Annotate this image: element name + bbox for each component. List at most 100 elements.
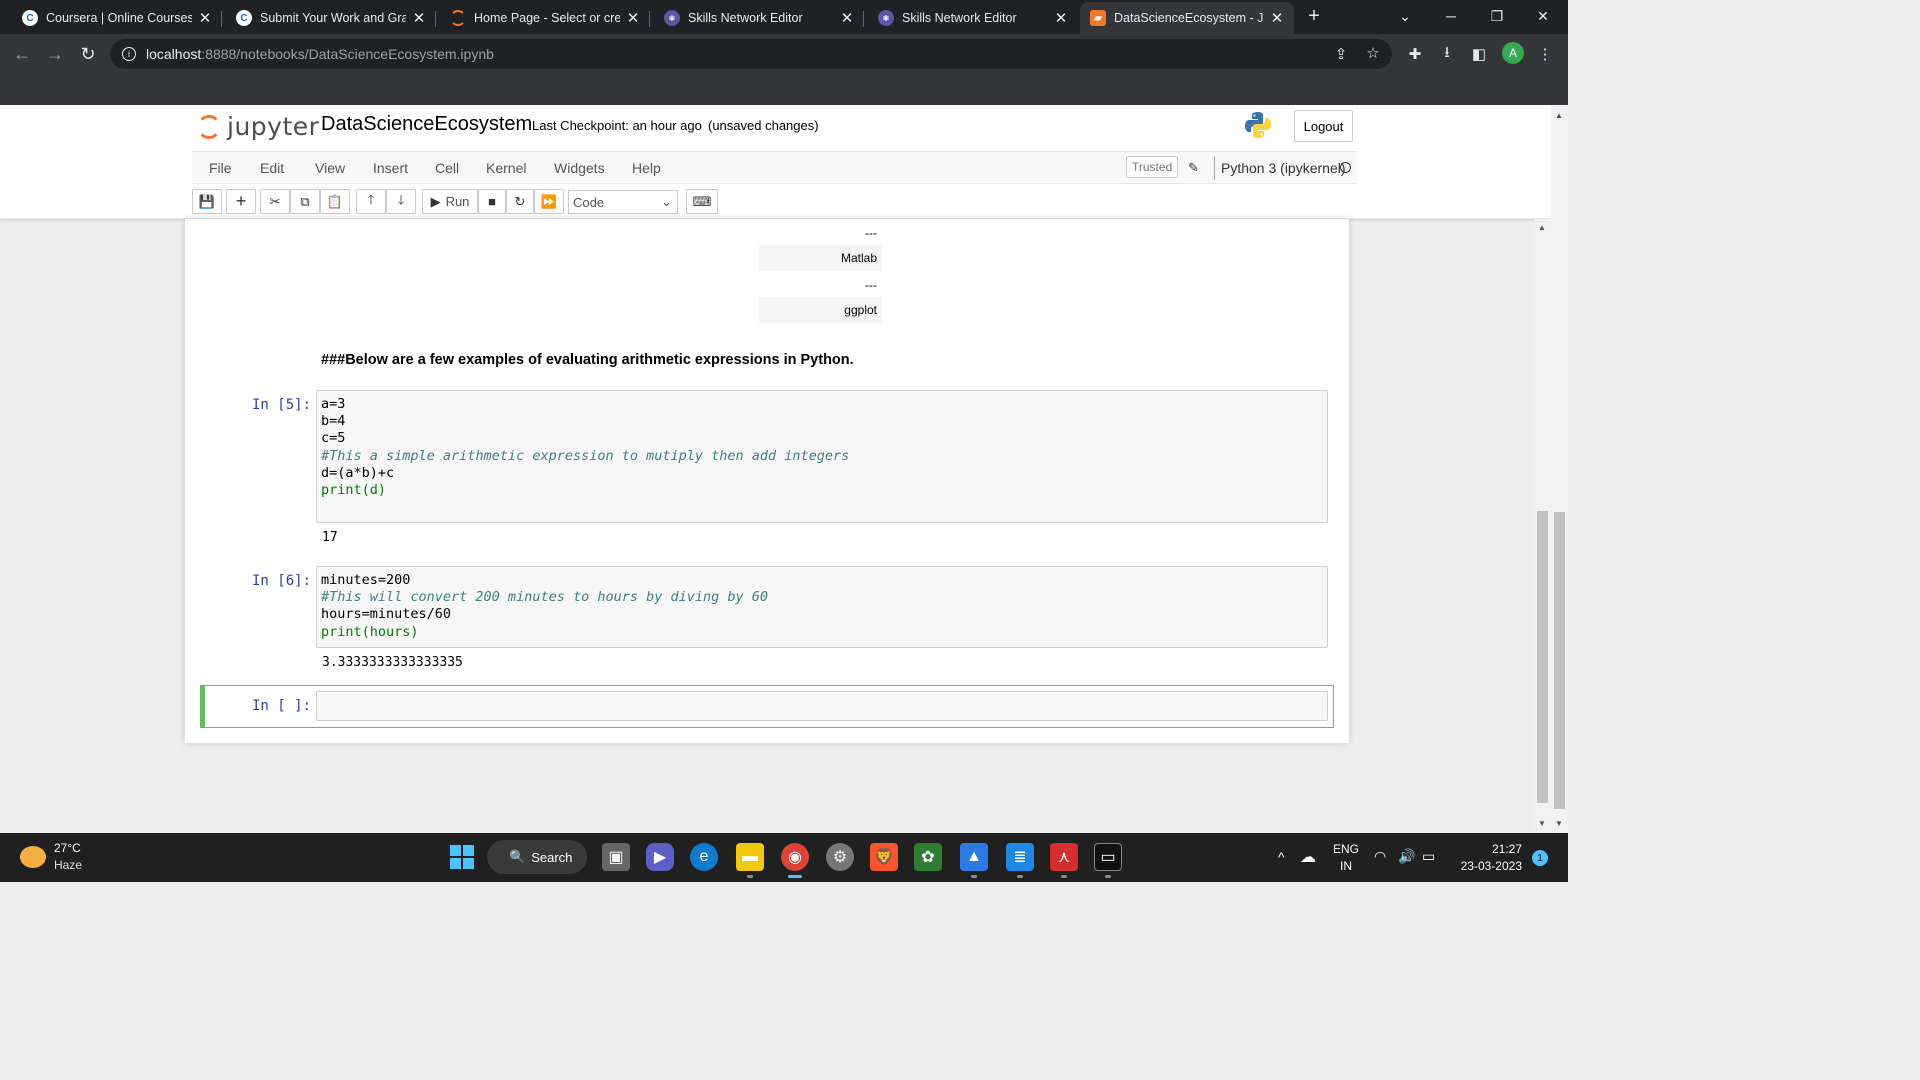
close-icon[interactable]: ✕ bbox=[1054, 9, 1068, 27]
meet-video-icon[interactable]: ▶ bbox=[646, 843, 674, 871]
side-panel-icon[interactable]: ◧ bbox=[1468, 43, 1490, 65]
new-tab-button[interactable]: + bbox=[1296, 0, 1332, 32]
empty-code-input[interactable] bbox=[316, 691, 1328, 721]
input-prompt: In [5]: bbox=[251, 397, 311, 413]
acrobat-icon[interactable]: ⋏ bbox=[1050, 843, 1078, 871]
tab-skills-network-2[interactable]: ⚛ Skills Network Editor ✕ bbox=[868, 2, 1078, 34]
close-window-icon[interactable]: ✕ bbox=[1520, 0, 1566, 32]
wifi-icon[interactable]: ◠ bbox=[1374, 848, 1386, 865]
edit-pencil-icon[interactable]: ✎ bbox=[1188, 160, 1199, 176]
photos-icon[interactable]: ▲ bbox=[960, 843, 988, 871]
scrollbar-thumb[interactable] bbox=[1554, 512, 1565, 809]
scroll-down-icon[interactable]: ▼ bbox=[1555, 819, 1563, 828]
scrollbar-thumb[interactable] bbox=[1537, 511, 1548, 803]
table-cell: Matlab bbox=[759, 245, 882, 271]
menu-help[interactable]: Help bbox=[632, 160, 661, 176]
page-scrollbar[interactable]: ▲ ▼ bbox=[1551, 105, 1568, 833]
avatar[interactable]: A bbox=[1502, 42, 1524, 64]
site-info-icon[interactable]: i bbox=[122, 47, 136, 61]
settings-gear-icon[interactable]: ⚙ bbox=[826, 843, 854, 871]
close-icon[interactable]: ✕ bbox=[1270, 9, 1284, 27]
keyboard-icon: ⌨ bbox=[692, 193, 712, 209]
volume-icon[interactable]: 🔊 bbox=[1398, 848, 1415, 865]
language-indicator[interactable]: ENG IN bbox=[1333, 842, 1359, 873]
tab-submit-work[interactable]: C Submit Your Work and Grac ✕ bbox=[226, 2, 436, 34]
interrupt-button[interactable]: ■ bbox=[478, 189, 506, 214]
tab-coursera[interactable]: C Coursera | Online Courses & ✕ bbox=[12, 2, 222, 34]
weather-widget[interactable]: 27°C Haze bbox=[20, 841, 82, 872]
tab-skills-network-1[interactable]: ⚛ Skills Network Editor ✕ bbox=[654, 2, 864, 34]
close-icon[interactable]: ✕ bbox=[198, 9, 212, 27]
move-up-button[interactable]: 🡑 bbox=[356, 189, 386, 214]
tab-home-page[interactable]: Home Page - Select or creat ✕ bbox=[440, 2, 650, 34]
save-button[interactable]: 💾 bbox=[192, 189, 222, 214]
active-indicator bbox=[788, 875, 802, 878]
jupyter-logo[interactable]: jupyter bbox=[197, 112, 319, 141]
run-button[interactable]: ▶ Run bbox=[422, 189, 478, 214]
code-comment: #This will convert 200 minutes to hours … bbox=[321, 589, 769, 606]
back-arrow-icon[interactable]: ← bbox=[10, 42, 34, 66]
close-icon[interactable]: ✕ bbox=[626, 9, 640, 27]
arrow-up-icon: 🡑 bbox=[367, 191, 375, 207]
menu-bar: File Edit View Insert Cell Kernel Widget… bbox=[192, 151, 1357, 184]
cell-type-select[interactable]: Code ⌄ bbox=[568, 190, 678, 214]
url-bar[interactable]: i localhost:8888/notebooks/DataScienceEc… bbox=[110, 39, 1392, 69]
menu-insert[interactable]: Insert bbox=[373, 160, 408, 176]
brave-browser-icon[interactable]: 🦁 bbox=[870, 843, 898, 871]
scissors-icon: ✂ bbox=[269, 193, 281, 209]
scroll-up-icon[interactable]: ▲ bbox=[1538, 223, 1546, 232]
cut-button[interactable]: ✂ bbox=[260, 189, 290, 214]
scroll-down-icon[interactable]: ▼ bbox=[1538, 819, 1546, 828]
notebook-scrollbar[interactable]: ▲ ▼ bbox=[1534, 219, 1551, 833]
tab-datascience-ecosystem[interactable]: ▰ DataScienceEcosystem - Ju ✕ bbox=[1080, 2, 1294, 34]
tray-chevron-up-icon[interactable]: ^ bbox=[1278, 849, 1285, 865]
reload-icon[interactable]: ↻ bbox=[76, 42, 100, 66]
copy-button[interactable]: ⧉ bbox=[290, 189, 320, 214]
file-explorer-icon[interactable]: ▬ bbox=[736, 843, 764, 871]
close-icon[interactable]: ✕ bbox=[840, 9, 854, 27]
menu-kebab-icon[interactable]: ⋮ bbox=[1534, 43, 1556, 65]
battery-icon[interactable]: ▭ bbox=[1422, 848, 1435, 865]
task-view-icon[interactable]: ▣ bbox=[602, 843, 630, 871]
minimize-icon[interactable]: ─ bbox=[1428, 0, 1474, 32]
paste-button[interactable]: 📋 bbox=[320, 189, 350, 214]
move-down-button[interactable]: 🡓 bbox=[386, 189, 416, 214]
command-palette-button[interactable]: ⌨ bbox=[686, 189, 718, 214]
extensions-icon[interactable]: ✚ bbox=[1404, 43, 1426, 65]
forward-arrow-icon[interactable]: → bbox=[43, 42, 67, 66]
close-icon[interactable]: ✕ bbox=[412, 9, 426, 27]
code-cell-input[interactable]: a=3 b=4 c=5 #This a simple arithmetic ex… bbox=[316, 390, 1328, 523]
chrome-icon[interactable]: ◉ bbox=[781, 843, 809, 871]
taskbar-search[interactable]: 🔍 Search bbox=[487, 840, 587, 874]
share-icon[interactable]: ⇪ bbox=[1330, 45, 1352, 63]
menu-view[interactable]: View bbox=[315, 160, 345, 176]
menu-widgets[interactable]: Widgets bbox=[554, 160, 605, 176]
restart-button[interactable]: ↻ bbox=[506, 189, 534, 214]
tab-search-chevron-icon[interactable]: ⌄ bbox=[1382, 0, 1428, 32]
edge-browser-icon[interactable]: e bbox=[690, 843, 718, 871]
arrow-down-icon: 🡓 bbox=[397, 191, 405, 207]
windows-taskbar: 27°C Haze 🔍 Search ▣ ▶ e ▬ ◉ ⚙ 🦁 ✿ ▲ ≣ ⋏ … bbox=[0, 833, 1568, 882]
clock[interactable]: 21:27 23-03-2023 bbox=[1452, 842, 1522, 873]
restart-run-all-button[interactable]: ⏩ bbox=[534, 189, 564, 214]
notification-badge[interactable]: 1 bbox=[1532, 850, 1548, 866]
restore-icon[interactable]: ❐ bbox=[1474, 0, 1520, 32]
notepad-icon[interactable]: ≣ bbox=[1006, 843, 1034, 871]
scroll-up-icon[interactable]: ▲ bbox=[1555, 111, 1563, 120]
bookmark-star-icon[interactable]: ☆ bbox=[1362, 44, 1384, 62]
markdown-heading[interactable]: ###Below are a few examples of evaluatin… bbox=[321, 352, 854, 368]
windows-start-icon[interactable] bbox=[448, 843, 476, 871]
notebook-title[interactable]: DataScienceEcosystem bbox=[321, 113, 532, 136]
terminal-icon[interactable]: ▭ bbox=[1094, 843, 1122, 871]
menu-kernel[interactable]: Kernel bbox=[486, 160, 526, 176]
onedrive-cloud-icon[interactable]: ☁ bbox=[1300, 847, 1316, 867]
logout-button[interactable]: Logout bbox=[1294, 110, 1353, 142]
code-cell-input[interactable]: minutes=200 #This will convert 200 minut… bbox=[316, 566, 1328, 648]
download-icon[interactable]: ⭳ bbox=[1436, 43, 1458, 65]
menu-file[interactable]: File bbox=[209, 160, 232, 176]
menu-edit[interactable]: Edit bbox=[260, 160, 284, 176]
menu-cell[interactable]: Cell bbox=[435, 160, 459, 176]
insert-cell-button[interactable]: + bbox=[226, 189, 256, 214]
app-icon[interactable]: ✿ bbox=[914, 843, 942, 871]
trusted-indicator[interactable]: Trusted bbox=[1126, 156, 1179, 178]
